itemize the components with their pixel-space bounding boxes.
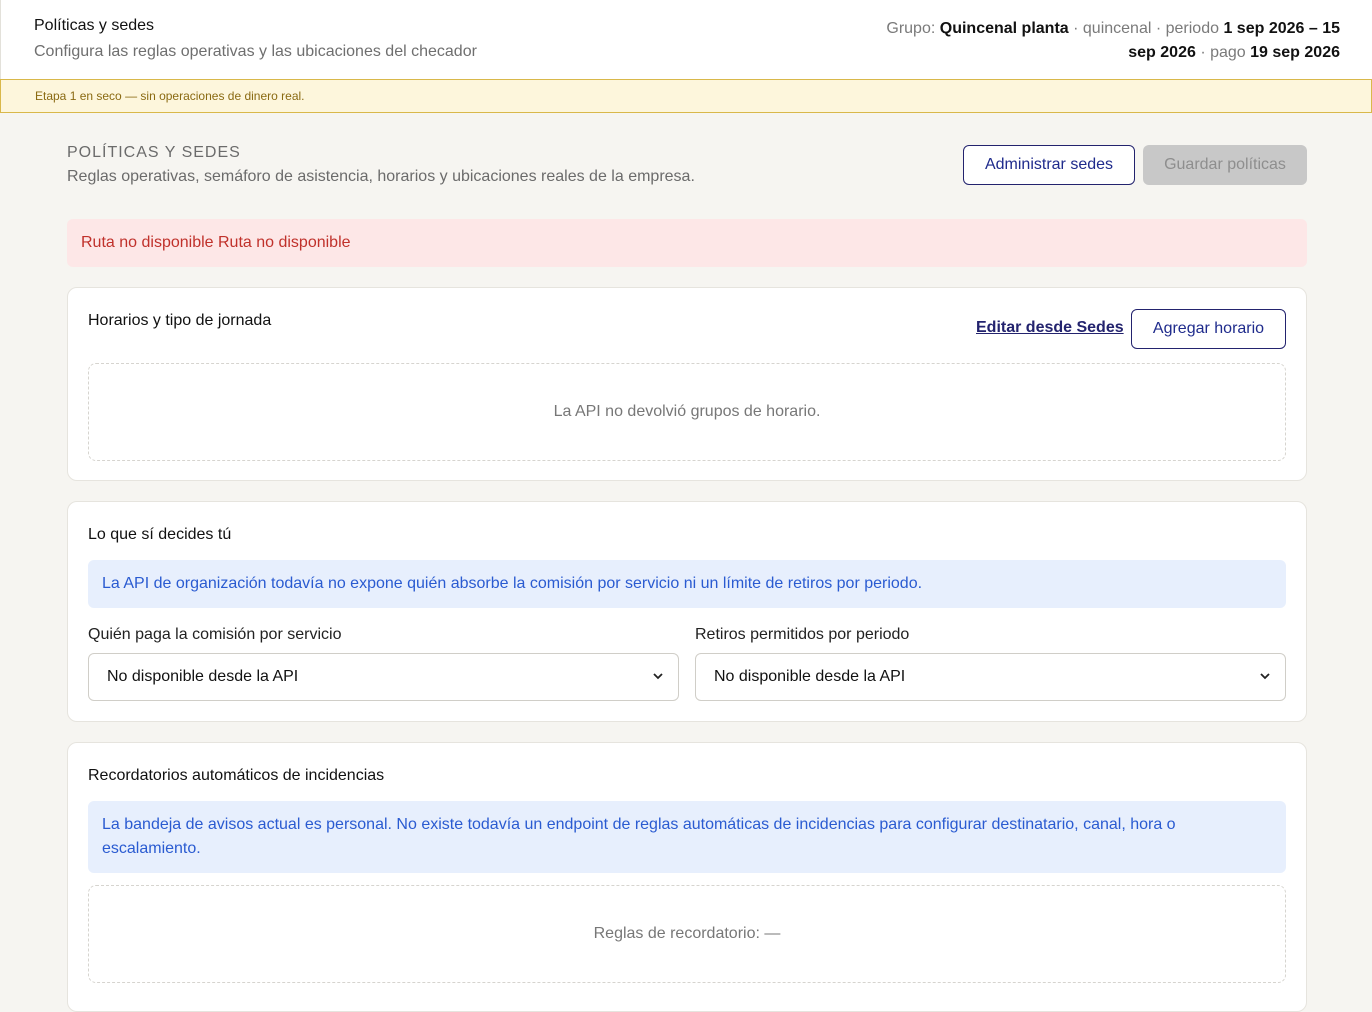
pay-date: 19 sep 2026 xyxy=(1250,44,1340,61)
dry-run-banner: Etapa 1 en seco — sin operaciones de din… xyxy=(0,79,1372,113)
group-name: Quincenal planta xyxy=(939,20,1069,37)
withdrawals-select[interactable]: No disponible desde la API xyxy=(695,653,1286,701)
manage-sites-button[interactable]: Administrar sedes xyxy=(963,145,1135,185)
pay-group-info: Grupo: Quincenal planta · quincenal · pe… xyxy=(870,17,1340,65)
decisions-title: Lo que sí decides tú xyxy=(88,526,232,543)
reminders-card: Recordatorios automáticos de incidencias… xyxy=(67,742,1307,1012)
chevron-down-icon xyxy=(1259,654,1271,718)
withdrawals-select-value: No disponible desde la API xyxy=(714,668,906,685)
reminder-rules-box: Reglas de recordatorio: — xyxy=(88,885,1286,983)
chevron-down-icon xyxy=(652,654,664,718)
section-label: Políticas y sedes xyxy=(67,144,241,161)
decisions-info: La API de organización todavía no expone… xyxy=(88,560,1286,608)
schedules-card: Horarios y tipo de jornada Editar desde … xyxy=(67,287,1307,481)
save-policies-button[interactable]: Guardar políticas xyxy=(1143,145,1307,185)
fee-label: Quién paga la comisión por servicio xyxy=(88,626,342,643)
pay-label: · pago xyxy=(1200,44,1246,61)
group-frequency: · quincenal · periodo xyxy=(1073,20,1219,37)
group-label: Grupo: xyxy=(886,20,936,37)
schedules-empty-state: La API no devolvió grupos de horario. xyxy=(88,363,1286,461)
decisions-card: Lo que sí decides tú La API de organizac… xyxy=(67,501,1307,722)
top-header: Políticas y sedes Configura las reglas o… xyxy=(0,0,1372,79)
add-schedule-button[interactable]: Agregar horario xyxy=(1131,309,1286,349)
header-subtitle: Configura las reglas operativas y las ub… xyxy=(34,43,477,60)
error-alert: Ruta no disponible Ruta no disponible xyxy=(67,219,1307,267)
withdrawals-label: Retiros permitidos por periodo xyxy=(695,626,910,643)
edit-from-sites-link[interactable]: Editar desde Sedes xyxy=(976,319,1124,337)
header-title: Políticas y sedes xyxy=(34,17,155,34)
schedules-title: Horarios y tipo de jornada xyxy=(88,312,272,329)
fee-select-value: No disponible desde la API xyxy=(107,668,299,685)
fee-select[interactable]: No disponible desde la API xyxy=(88,653,679,701)
reminders-title: Recordatorios automáticos de incidencias xyxy=(88,767,385,784)
section-description: Reglas operativas, semáforo de asistenci… xyxy=(67,168,695,185)
reminders-info: La bandeja de avisos actual es personal.… xyxy=(88,801,1286,873)
